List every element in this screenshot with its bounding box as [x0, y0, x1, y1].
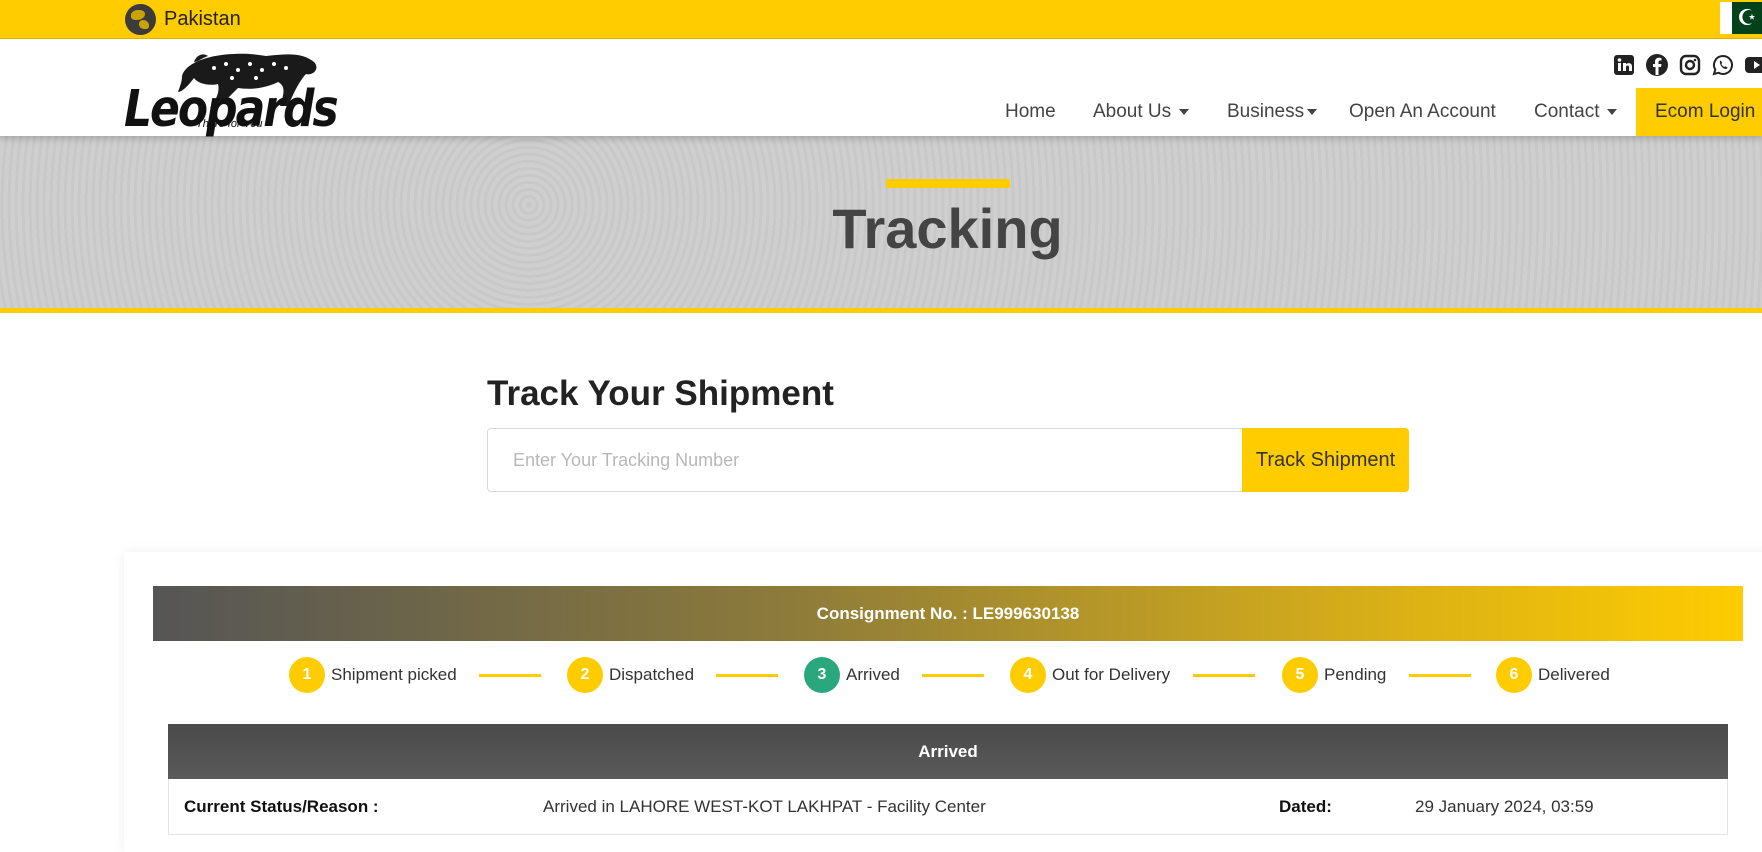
chevron-down-icon	[1307, 108, 1318, 115]
banner-accent-bar	[886, 179, 1010, 188]
step-label: Shipment picked	[331, 665, 457, 684]
facebook-icon[interactable]	[1645, 53, 1669, 77]
step-connector	[1193, 674, 1255, 677]
step-connector	[479, 674, 541, 677]
step-label: Pending	[1324, 665, 1387, 684]
step-connector	[716, 674, 778, 677]
step-delivered: 6 Delivered	[1496, 656, 1610, 694]
step-out-for-delivery: 4 Out for Delivery	[1010, 656, 1170, 694]
step-label: Delivered	[1538, 665, 1610, 684]
chevron-down-icon	[1607, 108, 1618, 115]
whatsapp-icon[interactable]	[1711, 53, 1735, 77]
status-label: Current Status/Reason :	[184, 797, 379, 816]
status-value: Arrived in LAHORE WEST-KOT LAKHPAT - Fac…	[543, 797, 986, 816]
track-title: Track Your Shipment	[487, 374, 834, 413]
step-number-active: 3	[804, 657, 840, 693]
step-label: Dispatched	[609, 665, 695, 684]
step-number: 6	[1496, 657, 1532, 693]
dated-label: Dated:	[1279, 797, 1332, 816]
pakistan-flag-icon[interactable]: ☪	[1720, 2, 1762, 34]
page-banner: Tracking	[0, 136, 1762, 313]
step-arrived: 3 Arrived	[804, 656, 900, 694]
youtube-icon[interactable]	[1744, 53, 1762, 77]
step-number: 5	[1282, 657, 1318, 693]
country-selector[interactable]: Pakistan	[125, 3, 241, 35]
step-number: 4	[1010, 657, 1046, 693]
step-pending: 5 Pending	[1282, 656, 1386, 694]
status-heading: Arrived	[168, 724, 1728, 779]
shipment-progress: 1 Shipment picked 2 Dispatched 3 Arrived…	[0, 656, 1762, 694]
step-connector	[922, 674, 984, 677]
dated-value: 29 January 2024, 03:59	[1415, 797, 1594, 816]
nav-open-account[interactable]: Open An Account	[1349, 88, 1496, 136]
site-header: Leopards There for You Home About Us Bus…	[0, 39, 1762, 139]
instagram-icon[interactable]	[1678, 53, 1702, 77]
step-connector	[1409, 674, 1471, 677]
nav-business[interactable]: Business	[1227, 88, 1318, 136]
ecom-login-button[interactable]: Ecom Login	[1636, 88, 1762, 136]
country-name: Pakistan	[164, 7, 241, 30]
status-row: Current Status/Reason : Arrived in LAHOR…	[168, 779, 1728, 835]
main-nav: Home About Us Business Open An Account C…	[0, 88, 1762, 136]
step-label: Arrived	[846, 665, 900, 684]
step-number: 1	[289, 657, 325, 693]
step-shipment-picked: 1 Shipment picked	[289, 656, 457, 694]
nav-home[interactable]: Home	[1005, 88, 1056, 136]
track-shipment-button[interactable]: Track Shipment	[1242, 428, 1409, 492]
globe-icon	[125, 3, 156, 35]
social-links	[1612, 53, 1762, 77]
nav-about-us[interactable]: About Us	[1093, 88, 1190, 136]
consignment-number: Consignment No. : LE999630138	[153, 586, 1743, 641]
step-dispatched: 2 Dispatched	[567, 656, 694, 694]
nav-contact[interactable]: Contact	[1534, 88, 1618, 136]
step-number: 2	[567, 657, 603, 693]
tracking-number-input[interactable]	[487, 428, 1243, 492]
page-title: Tracking	[832, 197, 1063, 260]
chevron-down-icon	[1179, 108, 1190, 115]
top-bar: Pakistan ☪	[0, 0, 1762, 39]
step-label: Out for Delivery	[1052, 665, 1171, 684]
linkedin-icon[interactable]	[1612, 53, 1636, 77]
